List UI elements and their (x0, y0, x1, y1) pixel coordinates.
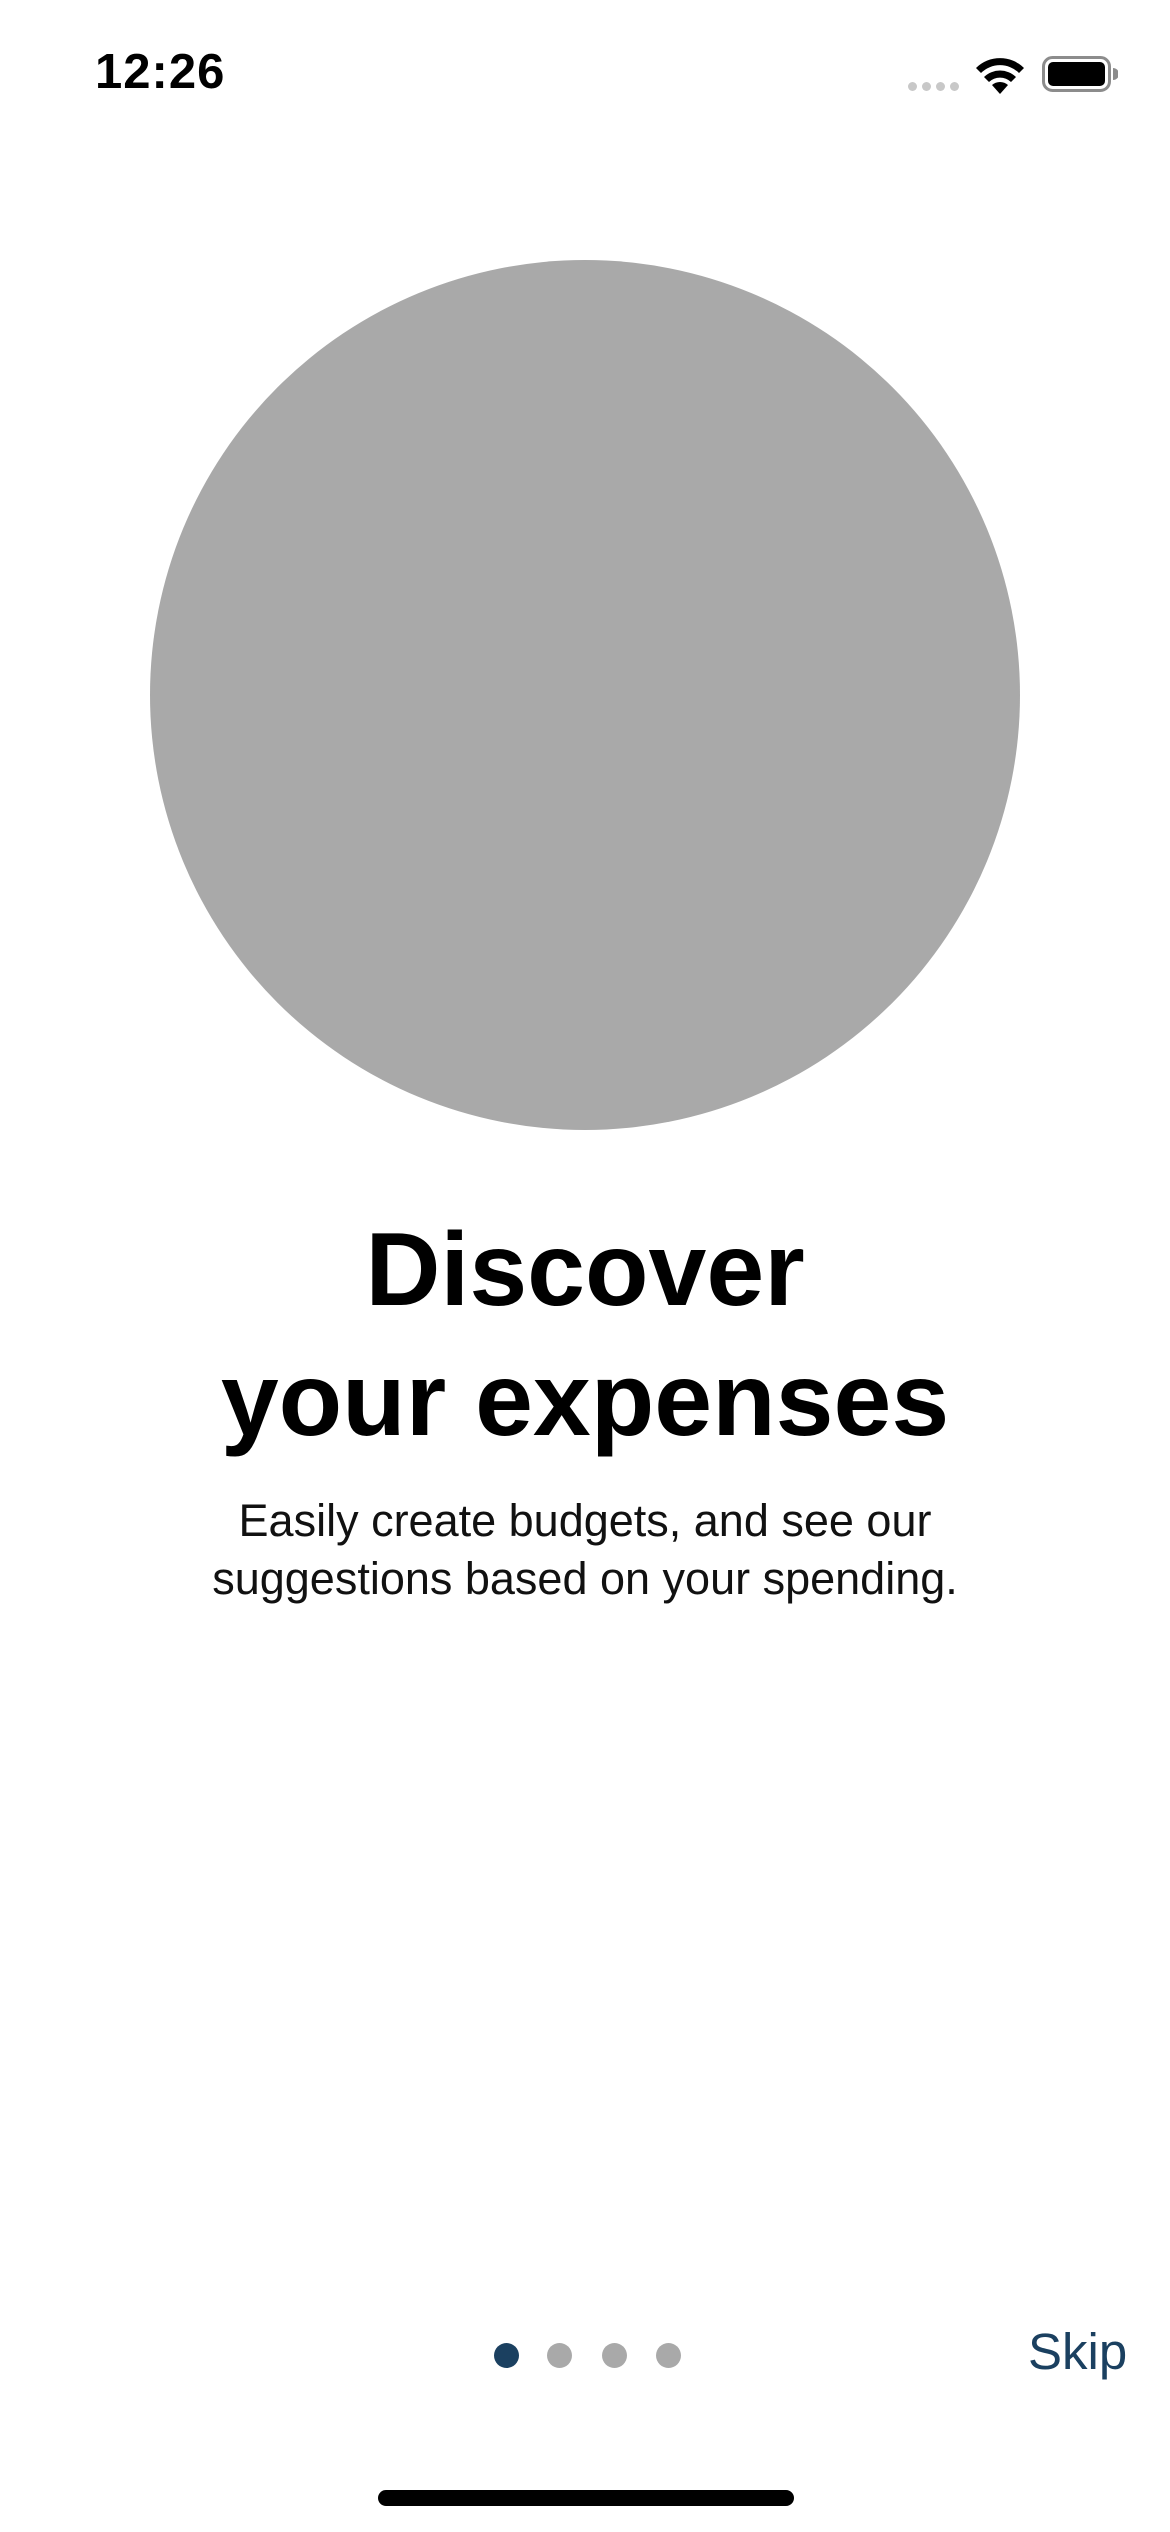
page-dot-4[interactable] (656, 2343, 681, 2368)
onboarding-title-line-2: your expenses (220, 1342, 950, 1458)
page-indicator[interactable] (494, 2343, 684, 2369)
onboarding-title-line-1: Discover (365, 1212, 805, 1328)
page-dot-2[interactable] (547, 2343, 572, 2368)
onboarding-subtitle: Easily create budgets, and see our sugge… (0, 1492, 1170, 1608)
battery-full-icon (1042, 56, 1118, 92)
cellular-signal-icon (908, 82, 962, 94)
status-bar: 12:26 (0, 0, 1170, 150)
onboarding-subtitle-line-2: suggestions based on your spending. (212, 1553, 958, 1604)
onboarding-illustration (150, 260, 1020, 1130)
wifi-icon (976, 58, 1024, 94)
status-time: 12:26 (95, 45, 226, 99)
skip-button[interactable]: Skip (1028, 2322, 1127, 2381)
home-indicator[interactable] (378, 2490, 794, 2506)
onboarding-subtitle-line-1: Easily create budgets, and see our (238, 1495, 932, 1546)
page-dot-3[interactable] (602, 2343, 627, 2368)
page-dot-1[interactable] (494, 2343, 519, 2368)
onboarding-title: Discover your expenses (0, 1205, 1170, 1465)
